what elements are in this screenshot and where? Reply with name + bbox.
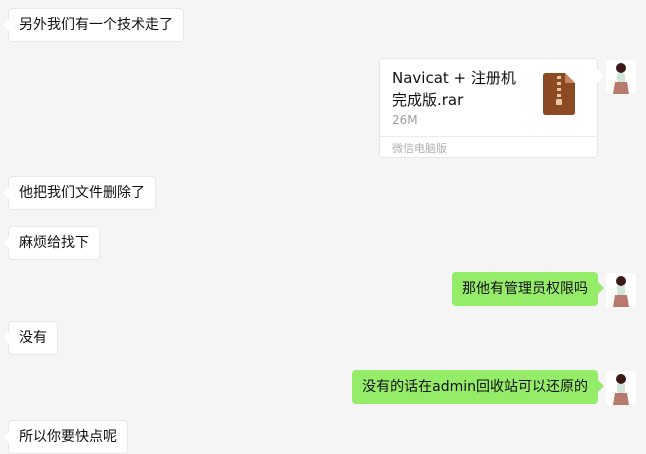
file-card-divider (380, 136, 597, 137)
chat-message-list: 另外我们有一个技术走了 Navicat + 注册机 完成版.rar 26M 微信… (0, 0, 646, 454)
incoming-message[interactable]: 所以你要快点呢 (3, 420, 128, 454)
user-avatar[interactable] (606, 60, 636, 94)
file-name: Navicat + 注册机 完成版.rar (392, 69, 516, 109)
user-avatar[interactable] (606, 371, 636, 405)
incoming-message[interactable]: 没有 (3, 321, 58, 355)
zip-archive-icon (543, 73, 575, 115)
file-source-label: 微信电脑版 (392, 142, 447, 155)
user-avatar[interactable] (606, 273, 636, 307)
outgoing-message[interactable]: 没有的话在admin回收站可以还原的 (352, 370, 604, 404)
incoming-message[interactable]: 他把我们文件删除了 (3, 176, 156, 210)
outgoing-message[interactable]: 那他有管理员权限吗 (452, 272, 604, 306)
incoming-message[interactable]: 另外我们有一个技术走了 (3, 8, 184, 42)
file-message-card[interactable]: Navicat + 注册机 完成版.rar 26M 微信电脑版 (379, 58, 604, 158)
incoming-message[interactable]: 麻烦给找下 (3, 226, 100, 260)
file-size: 26M (392, 113, 418, 127)
